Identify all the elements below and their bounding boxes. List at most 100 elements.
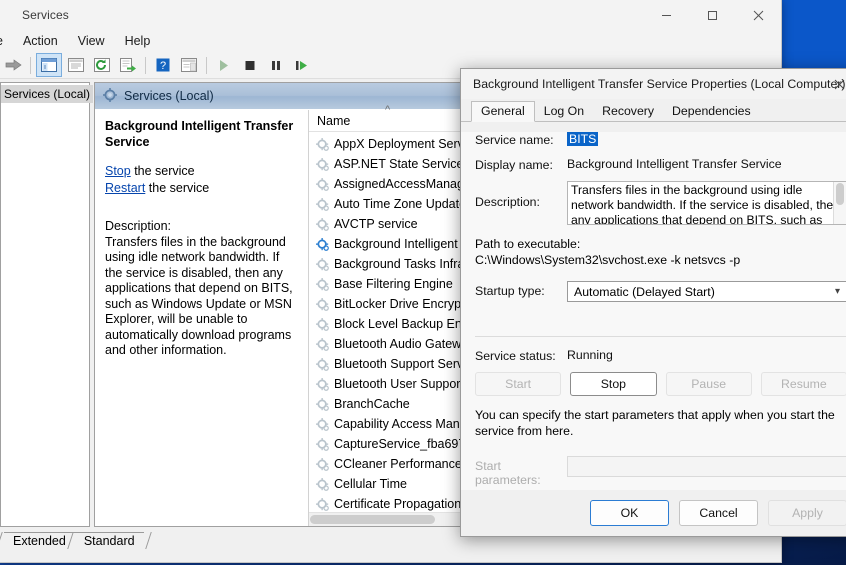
startup-type-row: Startup type: Automatic (Delayed Start) … [461,281,846,302]
description-scrollbar-thumb[interactable] [836,183,844,205]
stop-service-icon[interactable] [238,54,262,76]
start-parameters-row: Start parameters: [461,456,846,487]
path-label: Path to executable: [475,237,581,251]
table-cell-name: CCleaner Performance [334,457,462,471]
section-divider [475,336,846,337]
description-label: Description: [475,195,540,209]
detail-service-title: Background Intelligent Transfer Service [105,119,294,149]
gear-icon [316,497,329,511]
gear-icon [316,257,329,271]
pause-button[interactable]: Pause [665,372,752,396]
service-name-label: Service name: [475,133,554,147]
restart-service-icon[interactable] [290,54,314,76]
service-properties-dialog: Background Intelligent Transfer Service … [460,68,846,537]
close-icon[interactable] [817,69,846,99]
description-textarea[interactable]: Transfers files in the background using … [567,181,846,225]
export-list-icon[interactable] [116,54,140,76]
menu-bar: e Action View Help [0,30,781,52]
startup-type-value: Automatic (Delayed Start) [574,284,715,299]
minimize-icon[interactable] [643,0,689,30]
tab-extended[interactable]: Extended [4,532,75,549]
table-cell-name: Base Filtering Engine [334,277,453,291]
display-name-row: Display name: Background Intelligent Tra… [461,157,846,172]
tree-item-services-local[interactable]: Services (Local) [1,85,94,103]
gear-icon [103,87,117,105]
maximize-icon[interactable] [689,0,735,30]
restart-service-line: Restart the service [105,180,298,197]
stop-service-link[interactable]: Stop [105,164,131,178]
service-status-value: Running [567,348,613,362]
pause-service-icon[interactable] [264,54,288,76]
resume-button[interactable]: Resume [760,372,846,396]
window-controls [643,0,781,30]
horizontal-scrollbar-thumb[interactable] [310,515,435,524]
gear-icon [316,297,329,311]
dialog-footer: OK Cancel Apply [461,490,846,536]
column-header-name[interactable]: Name [317,114,350,128]
sort-ascending-icon: ^ [385,104,391,116]
gear-icon [316,217,329,231]
cancel-button[interactable]: Cancel [679,500,758,526]
chevron-down-icon: ▾ [834,286,840,297]
show-hide-action-pane-icon[interactable] [177,54,201,76]
menu-view[interactable]: View [68,32,115,50]
restart-service-link[interactable]: Restart [105,181,145,195]
gear-icon [316,437,329,451]
table-cell-name: Background Tasks Infras [334,257,471,271]
service-name-value[interactable]: BITS [567,132,599,146]
table-cell-name: CaptureService_fba697 [334,437,466,451]
start-parameters-input[interactable] [567,456,846,477]
table-cell-name: Block Level Backup Eng [334,317,469,331]
table-cell-name: Bluetooth Support Servi [334,357,467,371]
properties-icon[interactable] [64,54,88,76]
tab-log-on[interactable]: Log On [535,102,593,121]
gear-icon [316,457,329,471]
detail-description-text: Transfers files in the background using … [105,234,293,358]
start-parameters-label: Start parameters: [475,459,541,487]
path-value: C:\Windows\System32\svchost.exe -k netsv… [475,253,741,267]
results-pane-title: Services (Local) [124,89,214,103]
table-cell-name: Cellular Time [334,477,407,491]
stop-button[interactable]: Stop [570,372,657,396]
gear-icon [316,357,329,371]
forward-arrow-icon[interactable] [1,54,25,76]
table-cell-name: BitLocker Drive Encrypti [334,297,468,311]
menu-file[interactable]: e [0,32,13,50]
ok-button[interactable]: OK [590,500,669,526]
tab-standard[interactable]: Standard [74,532,144,549]
help-icon[interactable]: ? [151,54,175,76]
window-title: Services [22,8,69,22]
refresh-icon[interactable] [90,54,114,76]
gear-icon [316,177,329,191]
service-status-label: Service status: [475,349,556,363]
description-scrollbar[interactable] [833,182,846,224]
start-parameters-hint: You can specify the start parameters tha… [475,408,835,438]
tab-dependencies[interactable]: Dependencies [663,102,760,121]
close-icon[interactable] [735,0,781,30]
start-button[interactable]: Start [475,372,562,396]
table-cell-name: Auto Time Zone Update [334,197,467,211]
path-block: Path to executable: C:\Windows\System32\… [461,236,846,268]
gear-icon [316,197,329,211]
start-service-icon[interactable] [212,54,236,76]
menu-action[interactable]: Action [13,32,68,50]
tab-general[interactable]: General [471,101,535,122]
tab-recovery[interactable]: Recovery [593,102,663,121]
startup-type-select[interactable]: Automatic (Delayed Start) ▾ [567,281,846,302]
service-status-row: Service status: Running [461,348,846,363]
display-name-label: Display name: [475,158,553,172]
display-name-value[interactable]: Background Intelligent Transfer Service [567,157,846,171]
service-control-buttons: Start Stop Pause Resume [461,372,846,396]
show-hide-console-tree-icon[interactable] [36,53,62,77]
description-text: Transfers files in the background using … [571,183,840,225]
apply-button[interactable]: Apply [768,500,846,526]
gear-icon [316,237,329,251]
stop-service-suffix: the service [130,164,195,178]
table-cell-name: BranchCache [334,397,410,411]
table-cell-name: Certificate Propagation [334,497,462,511]
table-cell-name: ASP.NET State Service [334,157,464,171]
toolbar-separator [30,56,31,74]
menu-help[interactable]: Help [115,32,161,50]
service-detail-pane: Background Intelligent Transfer Service … [95,110,308,526]
gear-icon [316,137,329,151]
